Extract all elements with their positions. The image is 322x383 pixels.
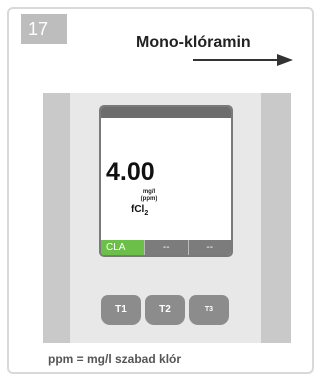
parameter-label: fCl2: [131, 204, 148, 217]
softkey-3[interactable]: --: [187, 240, 232, 255]
footer-note: ppm = mg/l szabad klór: [48, 352, 182, 366]
softkey-2[interactable]: --: [144, 240, 188, 255]
unit-ppm: (ppm): [140, 196, 158, 202]
unit-mgl: mg/l: [142, 189, 156, 195]
t3-button[interactable]: T3: [189, 295, 229, 325]
step-number-badge: 17: [21, 14, 67, 44]
hardware-keys: T1 T2 T3: [101, 295, 229, 325]
parameter-name: fCl: [131, 204, 145, 215]
reading-value: 4.00: [106, 158, 155, 186]
page-title: Mono-klóramin: [136, 34, 251, 51]
device-right-edge: [261, 93, 291, 343]
device-left-edge: [43, 93, 70, 343]
t2-button[interactable]: T2: [145, 295, 185, 325]
softkey-cla[interactable]: CLA: [101, 240, 144, 255]
arrow-right-icon: [193, 54, 293, 66]
screen-header-bar: [101, 107, 231, 118]
t1-button[interactable]: T1: [101, 295, 141, 325]
parameter-subscript: 2: [144, 210, 149, 217]
device-screen: 4.00 mg/l (ppm) fCl2 CLA -- --: [99, 105, 233, 257]
softkey-bar: CLA -- --: [101, 240, 231, 255]
